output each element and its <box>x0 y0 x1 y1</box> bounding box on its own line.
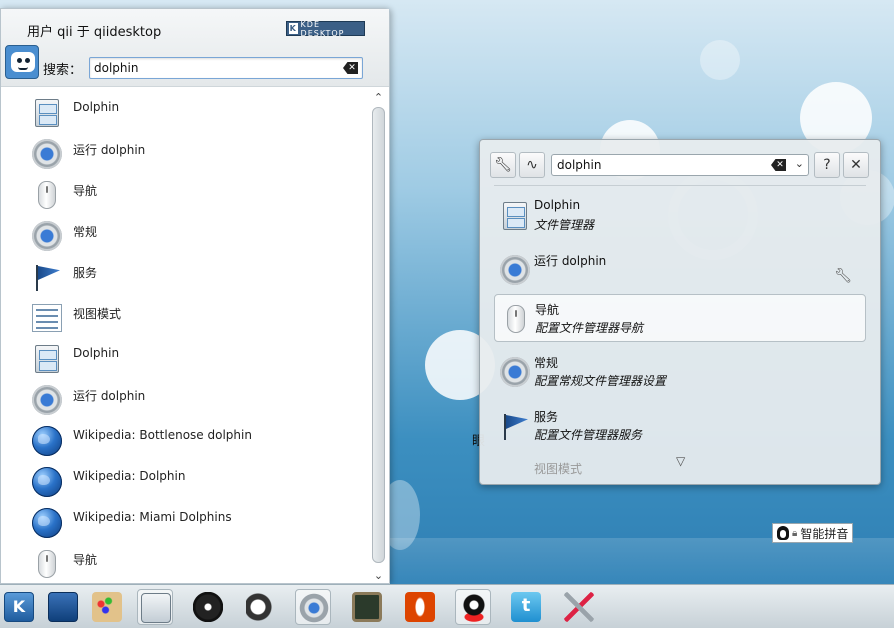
krunner-search-box[interactable]: ✕ ⌄ <box>551 154 809 176</box>
twitter-button[interactable]: t <box>508 589 544 625</box>
result-item[interactable]: 服务 配置文件管理器服务 <box>494 402 866 450</box>
gear-icon <box>32 139 62 169</box>
avatar[interactable] <box>5 45 39 79</box>
list-item[interactable]: Dolphin <box>1 95 369 136</box>
kde-menu-icon: K <box>4 592 34 622</box>
globe-icon <box>32 426 62 456</box>
mouse-icon <box>38 181 56 209</box>
list-item[interactable]: 导航 <box>1 546 369 584</box>
list-item[interactable]: 导航 <box>1 177 369 218</box>
launcher-search-input[interactable] <box>90 58 330 78</box>
gear-icon <box>32 221 62 251</box>
list-item[interactable]: 运行 dolphin <box>1 136 369 177</box>
palette-icon <box>92 592 122 622</box>
results-scrollbar[interactable]: ⌃ ⌄ <box>370 89 387 585</box>
desktop-icon <box>48 592 78 622</box>
scroll-up-arrow-icon[interactable]: ⌃ <box>370 91 387 105</box>
chevron-down-icon[interactable]: ⌄ <box>795 157 804 170</box>
flag-icon <box>32 262 62 292</box>
flag-icon <box>500 411 530 441</box>
file-cabinet-icon <box>35 99 59 127</box>
media-player-button[interactable] <box>190 589 226 625</box>
file-cabinet-icon <box>35 345 59 373</box>
globe-icon <box>32 508 62 538</box>
announce-icon <box>246 592 276 622</box>
tools-icon <box>564 592 594 622</box>
settings-gear-icon <box>299 593 329 623</box>
kde-desktop-badge: K KDE DESKTOP <box>286 19 365 38</box>
help-button[interactable]: ? <box>814 152 840 178</box>
list-view-icon <box>32 304 62 332</box>
show-desktop-button[interactable] <box>45 589 81 625</box>
scrollbar-thumb[interactable] <box>372 107 385 563</box>
activity-button[interactable]: ∿ <box>519 152 545 178</box>
faded-result-item[interactable]: 视图模式 <box>534 460 582 477</box>
file-manager-icon <box>141 593 171 623</box>
qq-button[interactable] <box>455 589 491 625</box>
result-item[interactable]: 常规 配置常规文件管理器设置 <box>494 348 866 396</box>
search-results-list: Dolphin 运行 dolphin 导航 常规 服务 视图模式 Dolphin <box>1 87 369 584</box>
close-button[interactable]: ✕ <box>843 152 869 178</box>
more-results-arrow-icon[interactable]: ▽ <box>676 454 685 468</box>
close-icon: ✕ <box>850 157 862 173</box>
list-item[interactable]: 常规 <box>1 218 369 259</box>
result-item-selected[interactable]: 导航 配置文件管理器导航 <box>494 294 866 342</box>
krunner-dialog: 🔧︎ ∿ ✕ ⌄ ? ✕ Dolphin 文件管理器 运行 dolphin 🔧︎… <box>479 139 881 485</box>
wrench-icon[interactable]: 🔧︎ <box>834 268 852 284</box>
gear-icon <box>32 385 62 415</box>
clear-search-button[interactable]: ✕ <box>771 159 786 171</box>
ime-label: 智能拼音 <box>800 526 849 541</box>
clear-search-button[interactable]: ✕ <box>343 62 358 74</box>
list-item[interactable]: Wikipedia: Dolphin <box>1 464 369 505</box>
file-cabinet-icon <box>503 202 527 230</box>
list-item[interactable]: Wikipedia: Miami Dolphins <box>1 505 369 546</box>
user-info: 用户 qii 于 qiidesktop <box>27 25 162 40</box>
list-item[interactable]: 服务 <box>1 259 369 300</box>
application-launcher: 用户 qii 于 qiidesktop K KDE DESKTOP 搜索： ✕ … <box>0 8 390 584</box>
globe-icon <box>32 467 62 497</box>
list-item[interactable]: 运行 dolphin <box>1 382 369 423</box>
wrench-icon: 🔧︎ <box>494 157 512 173</box>
paint-app-button[interactable] <box>89 589 125 625</box>
list-item[interactable]: Wikipedia: Bottlenose dolphin <box>1 423 369 464</box>
result-item[interactable]: Dolphin 文件管理器 <box>494 192 866 240</box>
divider <box>494 185 866 186</box>
list-item[interactable]: Dolphin <box>1 341 369 382</box>
system-activity-icon: ∿ <box>526 157 538 173</box>
qq-icon <box>459 593 489 623</box>
launcher-header: 用户 qii 于 qiidesktop K KDE DESKTOP 搜索： ✕ <box>1 9 389 87</box>
media-reel-icon <box>193 592 223 622</box>
mouse-icon <box>507 305 525 333</box>
search-label: 搜索： <box>43 63 83 78</box>
twitter-icon: t <box>511 592 541 622</box>
gear-icon <box>500 357 530 387</box>
opera-icon <box>405 592 435 622</box>
lock-icon: 🔒︎ <box>792 527 798 539</box>
kde-menu-button[interactable]: K <box>1 589 37 625</box>
announce-button[interactable] <box>243 589 279 625</box>
help-icon: ? <box>823 157 831 173</box>
file-manager-button[interactable] <box>137 589 173 625</box>
taskbar: K t <box>0 584 894 628</box>
tools-button[interactable] <box>561 589 597 625</box>
system-settings-button[interactable] <box>295 589 331 625</box>
system-monitor-icon <box>352 592 382 622</box>
gear-icon <box>500 255 530 285</box>
opera-button[interactable] <box>402 589 438 625</box>
result-item[interactable]: 运行 dolphin 🔧︎ <box>494 246 866 294</box>
mouse-icon <box>38 550 56 578</box>
krunner-search-input[interactable] <box>552 155 752 175</box>
kde-logo-icon: K <box>289 23 298 34</box>
list-item[interactable]: 视图模式 <box>1 300 369 341</box>
system-monitor-button[interactable] <box>349 589 385 625</box>
input-method-indicator[interactable]: 🔒︎ 智能拼音 <box>772 523 854 543</box>
configure-button[interactable]: 🔧︎ <box>490 152 516 178</box>
penguin-icon <box>777 526 789 540</box>
scroll-down-arrow-icon[interactable]: ⌄ <box>370 569 387 583</box>
launcher-search-box[interactable]: ✕ <box>89 57 363 79</box>
kde-badge-text: KDE DESKTOP <box>300 19 345 38</box>
